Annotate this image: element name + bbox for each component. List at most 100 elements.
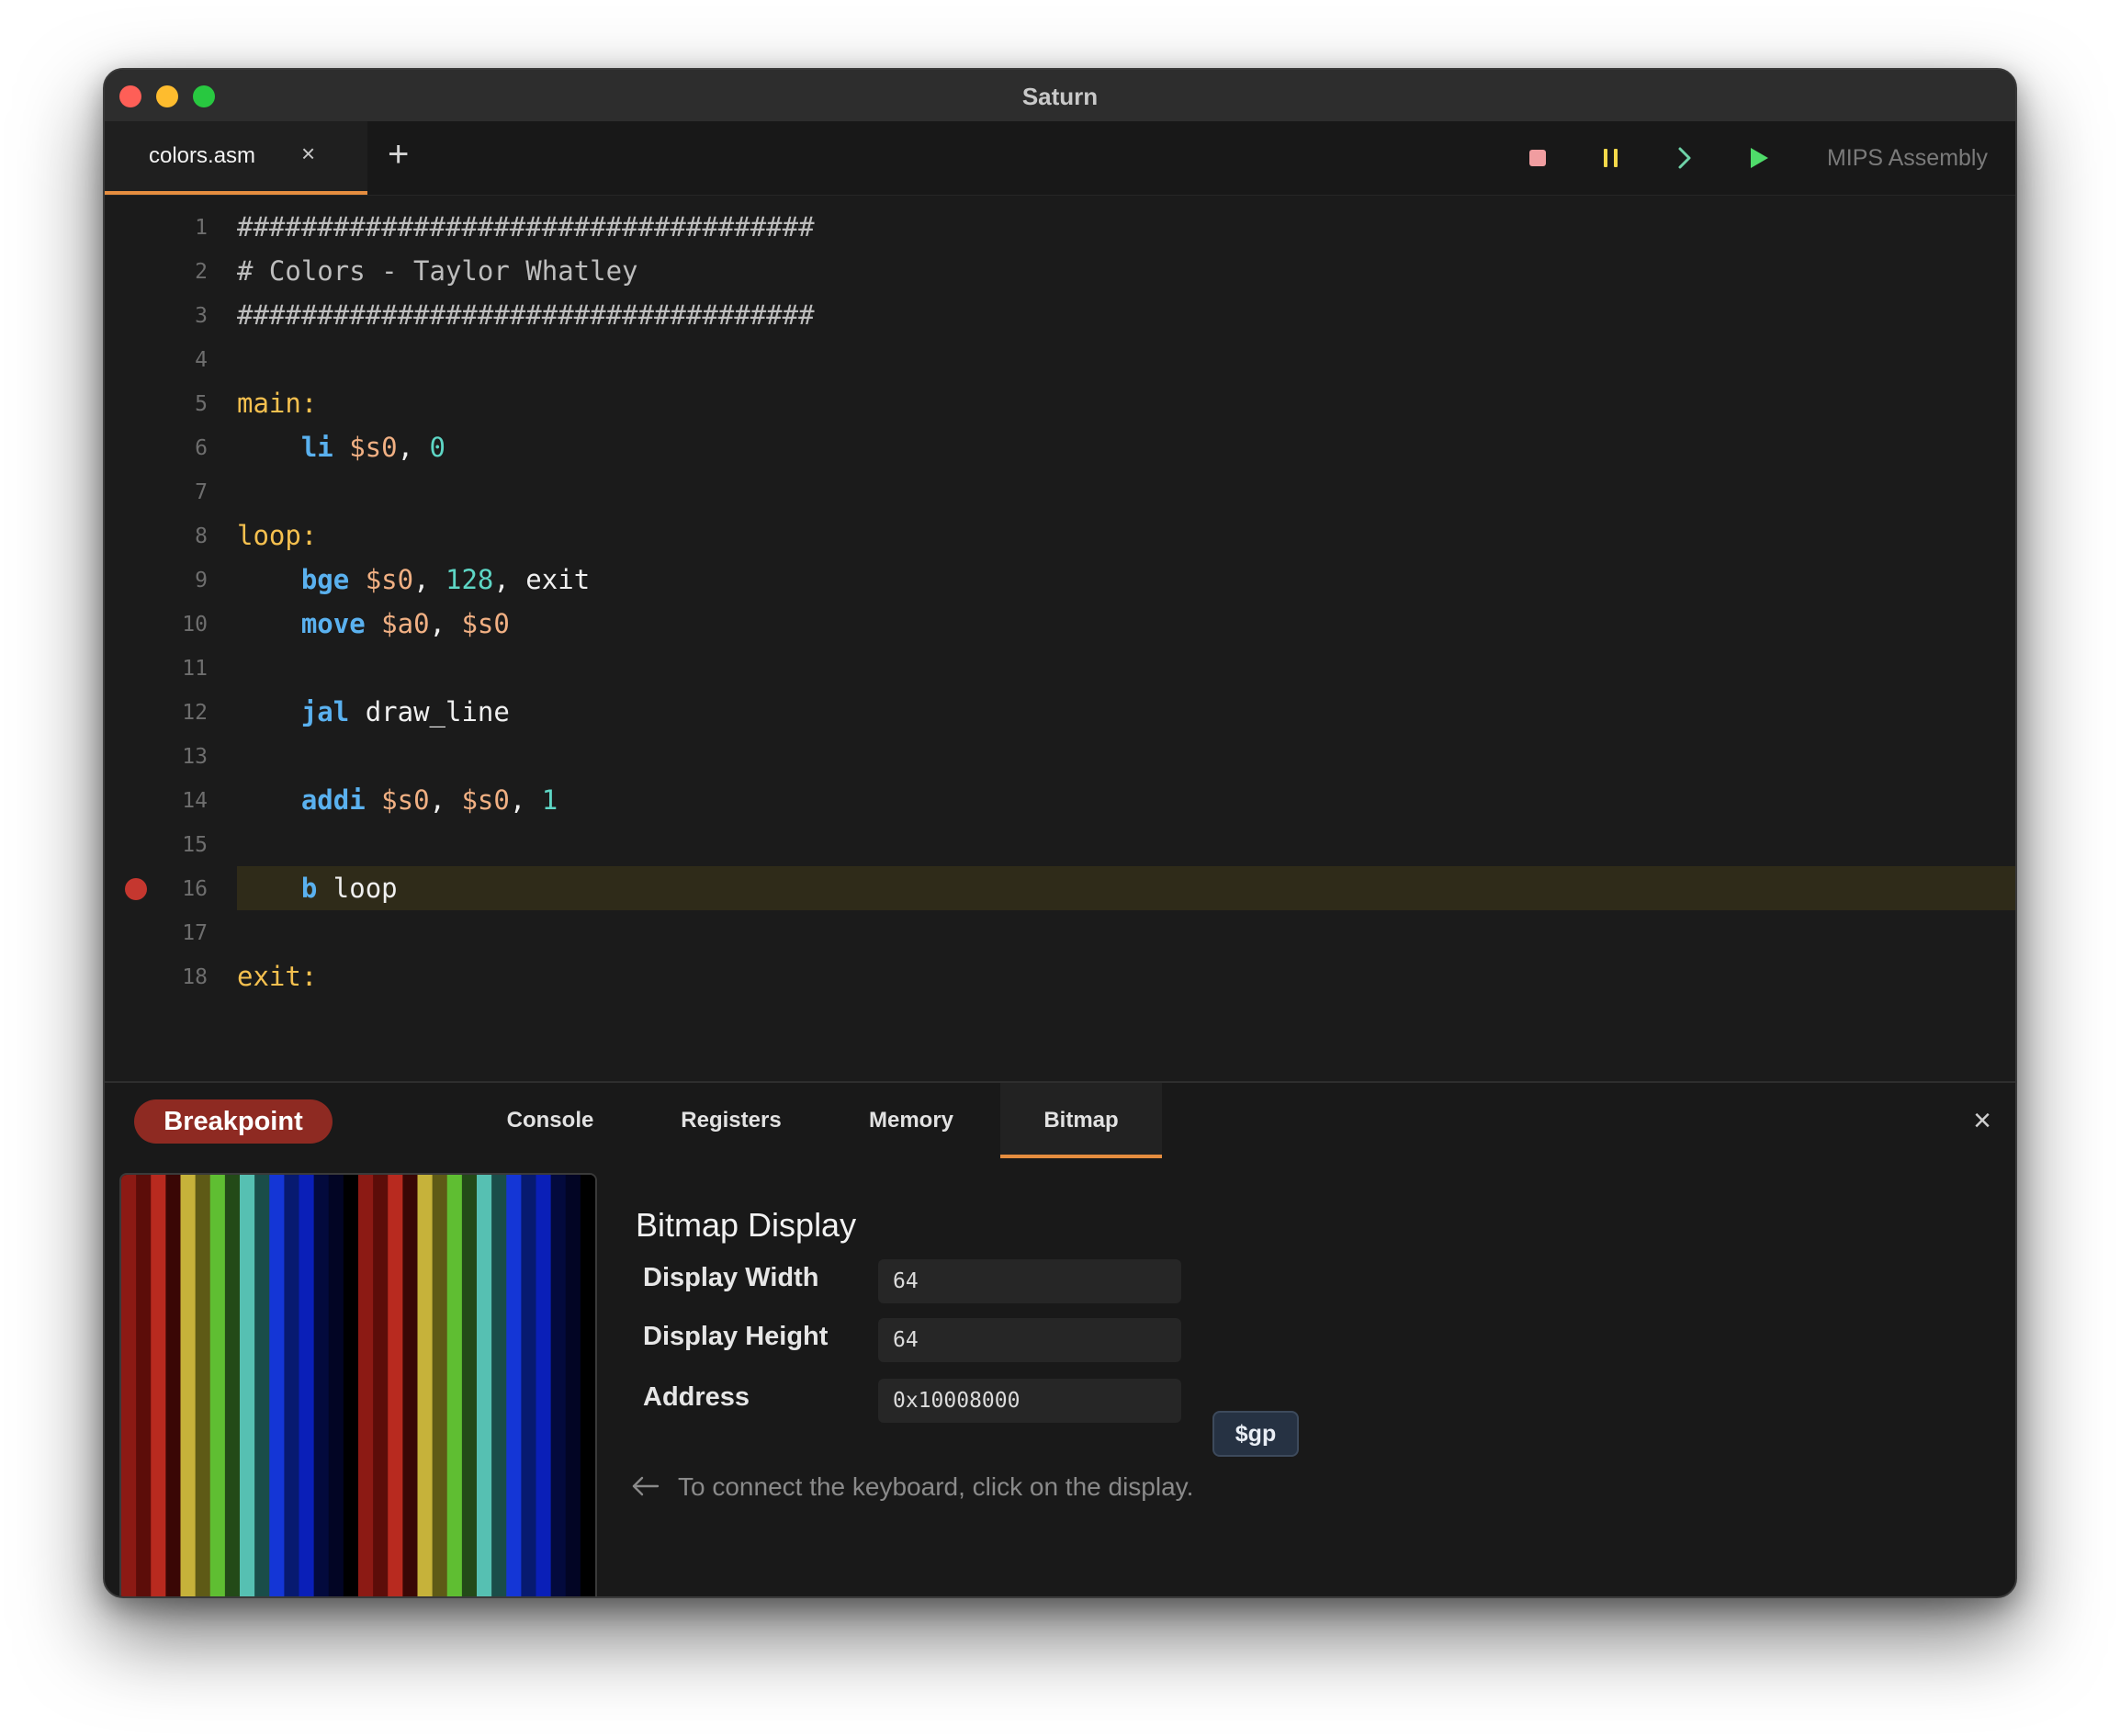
line-code: b loop: [237, 866, 2015, 910]
display-width-label: Display Width: [643, 1263, 819, 1292]
line-number[interactable]: 13: [105, 745, 208, 769]
bitmap-display[interactable]: [119, 1173, 597, 1596]
code-line[interactable]: 8 loop:: [105, 513, 2015, 558]
bitmap-stripe: [121, 1175, 137, 1596]
code-line[interactable]: 18 exit:: [105, 954, 2015, 998]
code-line[interactable]: 16 b loop: [105, 866, 2015, 910]
code-token: $s0: [461, 608, 510, 639]
close-tab-icon[interactable]: ×: [301, 140, 315, 168]
bitmap-stripe: [254, 1175, 270, 1596]
code-line[interactable]: 5 main:: [105, 381, 2015, 425]
line-code: loop:: [237, 513, 2015, 558]
code-line[interactable]: 9 bge $s0, 128, exit: [105, 558, 2015, 602]
bitmap-stripe: [224, 1175, 241, 1596]
code-token: loop: [317, 873, 398, 904]
code-token: ,: [413, 564, 445, 595]
line-code: [237, 337, 2015, 381]
line-number[interactable]: 18: [105, 965, 208, 989]
bitmap-stripe: [461, 1175, 478, 1596]
line-number[interactable]: 2: [105, 260, 208, 284]
add-tab-button[interactable]: +: [388, 134, 409, 175]
code-token: $s0: [349, 564, 414, 595]
code-line[interactable]: 14 addi $s0, $s0, 1: [105, 778, 2015, 822]
step-button[interactable]: [1666, 140, 1703, 176]
line-number[interactable]: 5: [105, 392, 208, 416]
stop-button[interactable]: [1519, 140, 1556, 176]
bitmap-stripe: [180, 1175, 197, 1596]
line-number[interactable]: 10: [105, 613, 208, 637]
line-number[interactable]: 1: [105, 216, 208, 240]
line-number[interactable]: 8: [105, 524, 208, 548]
bottom-panel: Breakpoint Console Registers Memory Bitm…: [105, 1081, 2015, 1596]
line-number[interactable]: 3: [105, 304, 208, 328]
bitmap-stripe: [269, 1175, 285, 1596]
line-number[interactable]: 17: [105, 921, 208, 945]
code-line[interactable]: 7: [105, 469, 2015, 513]
tab-memory[interactable]: Memory: [833, 1083, 989, 1158]
address-input[interactable]: 0x10008000: [878, 1379, 1181, 1423]
line-number[interactable]: 4: [105, 348, 208, 372]
line-number[interactable]: 12: [105, 701, 208, 725]
bitmap-stripe: [432, 1175, 448, 1596]
display-height-input[interactable]: 64: [878, 1318, 1181, 1362]
line-number[interactable]: 14: [105, 789, 208, 813]
bitmap-stripe: [491, 1175, 507, 1596]
display-width-input[interactable]: 64: [878, 1259, 1181, 1303]
keyboard-hint: To connect the keyboard, click on the di…: [678, 1472, 1194, 1501]
play-icon: [1751, 148, 1768, 168]
tab-label: colors.asm: [149, 143, 256, 168]
code-line[interactable]: 4: [105, 337, 2015, 381]
code-token: $s0: [461, 784, 510, 816]
code-line[interactable]: 10 move $a0, $s0: [105, 602, 2015, 646]
tab-colors-asm[interactable]: colors.asm ×: [105, 121, 367, 195]
code-token: li: [300, 432, 333, 463]
close-panel-icon[interactable]: ×: [1973, 1103, 1991, 1139]
bitmap-stripe: [417, 1175, 434, 1596]
bottom-tab-bar: Breakpoint Console Registers Memory Bitm…: [105, 1083, 2015, 1158]
tab-bitmap[interactable]: Bitmap: [1000, 1083, 1162, 1158]
code-line[interactable]: 3 ####################################: [105, 293, 2015, 337]
code-line[interactable]: 13: [105, 734, 2015, 778]
bitmap-stripe: [477, 1175, 492, 1596]
language-label[interactable]: MIPS Assembly: [1827, 145, 1988, 172]
code-token: , exit: [493, 564, 591, 595]
line-code: [237, 910, 2015, 954]
bitmap-stripe: [328, 1175, 344, 1596]
code-editor[interactable]: 1 #################################### 2 # …: [105, 196, 2015, 1081]
bitmap-stripe: [521, 1175, 537, 1596]
tab-registers[interactable]: Registers: [653, 1083, 809, 1158]
tab-console[interactable]: Console: [472, 1083, 628, 1158]
line-code: ####################################: [237, 293, 2015, 337]
line-number[interactable]: 6: [105, 436, 208, 460]
gp-button[interactable]: $gp: [1212, 1411, 1299, 1457]
line-number[interactable]: 11: [105, 657, 208, 681]
line-code: # Colors - Taylor Whatley: [237, 249, 2015, 293]
line-number[interactable]: 7: [105, 480, 208, 504]
line-number[interactable]: 9: [105, 569, 208, 592]
code-line[interactable]: 1 ####################################: [105, 205, 2015, 249]
line-number[interactable]: 15: [105, 833, 208, 857]
arrow-left-icon: [630, 1471, 661, 1506]
code-line[interactable]: 2 # Colors - Taylor Whatley: [105, 249, 2015, 293]
code-line[interactable]: 6 li $s0, 0: [105, 425, 2015, 469]
code-token: draw_line: [349, 696, 510, 727]
line-code: main:: [237, 381, 2015, 425]
pause-button[interactable]: [1593, 140, 1629, 176]
line-number[interactable]: 16: [105, 877, 208, 901]
bitmap-stripe: [299, 1175, 315, 1596]
run-button[interactable]: [1740, 140, 1776, 176]
code-line[interactable]: 11: [105, 646, 2015, 690]
code-token: $s0: [365, 784, 430, 816]
code-line[interactable]: 15: [105, 822, 2015, 866]
code-token: ,: [429, 784, 462, 816]
line-code: [237, 822, 2015, 866]
bitmap-stripe: [136, 1175, 152, 1596]
bitmap-stripe: [240, 1175, 255, 1596]
bitmap-stripe: [373, 1175, 389, 1596]
bitmap-stripe: [313, 1175, 330, 1596]
code-line[interactable]: 12 jal draw_line: [105, 690, 2015, 734]
code-line[interactable]: 17: [105, 910, 2015, 954]
bitmap-stripe: [195, 1175, 211, 1596]
